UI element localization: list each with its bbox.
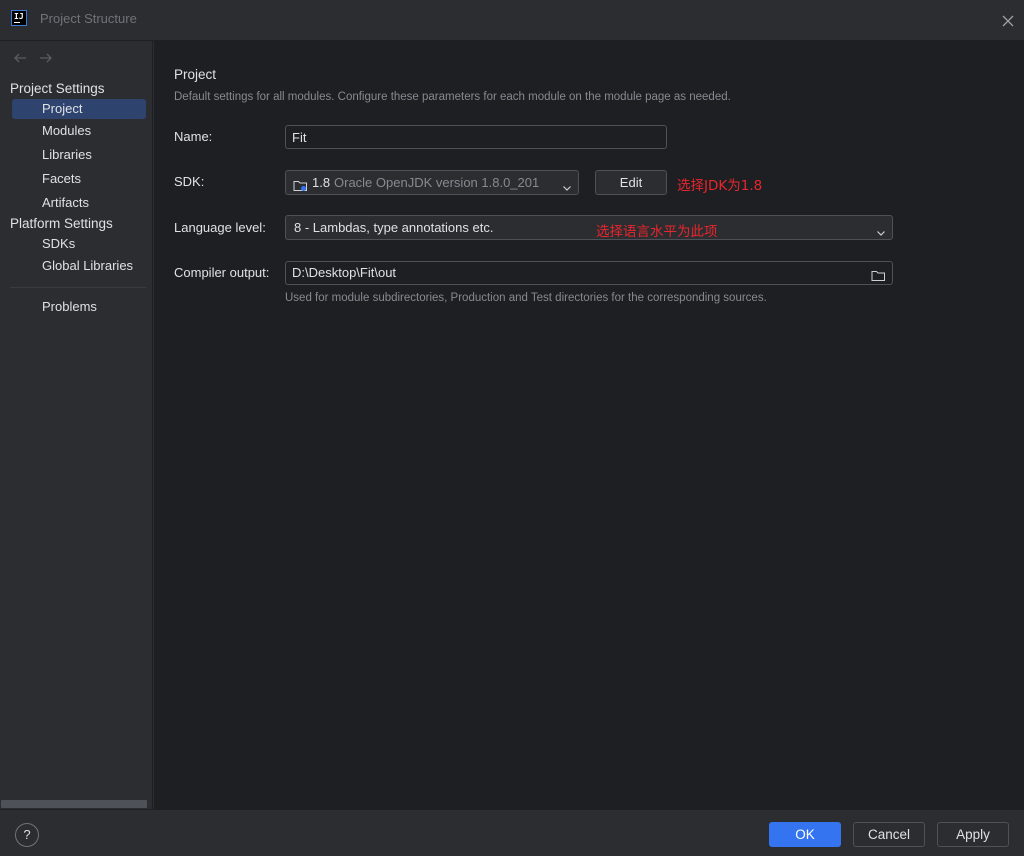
sdk-name: Oracle OpenJDK version 1.8.0_201: [334, 175, 540, 190]
sidebar: Project Settings Project Modules Librari…: [0, 41, 153, 809]
project-name-input[interactable]: [285, 125, 667, 149]
sidebar-item-project[interactable]: Project: [12, 99, 146, 119]
compiler-output-field[interactable]: D:\Desktop\Fit\out: [285, 261, 893, 285]
sidebar-item-facets[interactable]: Facets: [12, 169, 146, 189]
title-bar: IJ Project Structure: [0, 0, 1024, 41]
page-title: Project: [174, 67, 217, 82]
sdk-version: 1.8: [312, 175, 331, 190]
ok-button[interactable]: OK: [769, 822, 841, 847]
language-annotation: 选择语言水平为此项: [596, 224, 718, 240]
compiler-output-value: D:\Desktop\Fit\out: [292, 265, 397, 280]
language-level-label: Language level:: [174, 220, 266, 235]
chevron-down-icon: [562, 177, 572, 191]
sidebar-item-label: Global Libraries: [42, 258, 134, 273]
sidebar-divider: [10, 287, 146, 288]
sidebar-item-label: SDKs: [42, 236, 76, 251]
sdk-folder-icon: [293, 176, 308, 191]
sidebar-item-modules[interactable]: Modules: [12, 121, 146, 141]
sdk-label: SDK:: [174, 174, 205, 189]
project-settings-panel: Project Default settings for all modules…: [154, 41, 1024, 809]
sidebar-item-problems[interactable]: Problems: [12, 297, 146, 317]
sidebar-item-label: Libraries: [42, 147, 92, 162]
project-settings-heading: Project Settings: [10, 81, 105, 96]
sidebar-item-label: Facets: [42, 171, 82, 186]
sidebar-item-artifacts[interactable]: Artifacts: [12, 193, 146, 213]
sidebar-item-label: Artifacts: [42, 195, 89, 210]
language-level-value: 8 - Lambdas, type annotations etc.: [294, 220, 494, 235]
compiler-output-hint: Used for module subdirectories, Producti…: [285, 292, 767, 304]
platform-settings-heading: Platform Settings: [10, 216, 113, 231]
folder-browse-icon[interactable]: [871, 267, 886, 281]
sidebar-item-label: Modules: [42, 123, 92, 138]
sidebar-item-libraries[interactable]: Libraries: [12, 145, 146, 165]
page-description: Default settings for all modules. Config…: [174, 91, 731, 103]
name-label: Name:: [174, 129, 213, 144]
sidebar-item-sdks[interactable]: SDKs: [12, 234, 146, 254]
language-level-dropdown[interactable]: 8 - Lambdas, type annotations etc.: [285, 215, 893, 240]
apply-button[interactable]: Apply: [937, 822, 1009, 847]
back-arrow-icon[interactable]: [12, 51, 28, 65]
chevron-down-icon: [876, 222, 886, 236]
sdk-dropdown[interactable]: 1.8 Oracle OpenJDK version 1.8.0_201: [285, 170, 579, 195]
compiler-output-label: Compiler output:: [174, 265, 270, 280]
dialog-footer: ? OK Cancel Apply: [0, 809, 1024, 856]
intellij-logo-icon: IJ: [11, 10, 27, 26]
close-icon[interactable]: [997, 10, 1019, 32]
sidebar-item-global-libraries[interactable]: Global Libraries: [12, 256, 146, 276]
sidebar-item-label: Problems: [42, 299, 97, 314]
window-title: Project Structure: [40, 11, 137, 26]
sdk-annotation: 选择JDK为1.8: [677, 178, 763, 194]
forward-arrow-icon[interactable]: [38, 51, 54, 65]
sidebar-scrollbar[interactable]: [1, 800, 147, 808]
sidebar-item-label: Project: [42, 101, 83, 116]
cancel-button[interactable]: Cancel: [853, 822, 925, 847]
help-button[interactable]: ?: [15, 823, 39, 847]
edit-sdk-button[interactable]: Edit: [595, 170, 667, 195]
logo-text: IJ: [14, 12, 24, 21]
